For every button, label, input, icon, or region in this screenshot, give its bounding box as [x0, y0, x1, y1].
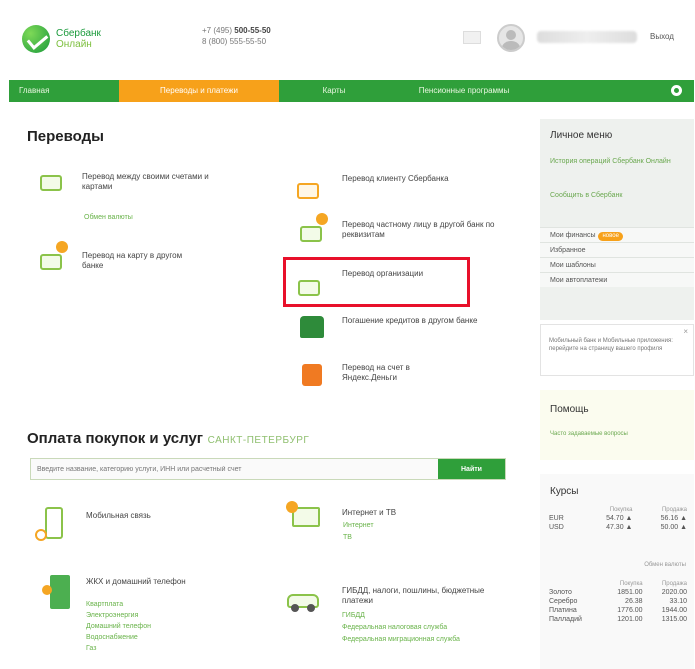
new-badge: новое [598, 232, 623, 241]
coin-icon [316, 213, 328, 225]
table-row: Серебро 26.38 33.10 [549, 598, 687, 605]
messages-icon[interactable] [463, 31, 481, 44]
person-bank-icon [300, 226, 322, 242]
bank-building-icon [300, 316, 324, 338]
logo-title: Сбербанк [56, 28, 101, 39]
sberbank-logo-icon [22, 25, 50, 53]
payments-heading: Оплата покупок и услуг САНКТ-ПЕТЕРБУРГ [27, 430, 309, 447]
transfer-sber-client[interactable]: Перевод клиенту Сбербанка [342, 174, 502, 184]
rates-panel: Курсы Покупка Продажа EUR 54.70 ▲ 56.16 ▲ U… [540, 474, 694, 669]
logout-link[interactable]: Выход [650, 32, 674, 41]
mobile-phone-icon [35, 507, 67, 545]
transfer-private-person[interactable]: Перевод частному лицу в другой банк по р… [342, 220, 502, 240]
table-row: Золото 1851.00 2020.00 [549, 589, 687, 596]
category-mobile[interactable]: Мобильная связь [86, 511, 151, 521]
client-transfer-icon [297, 183, 319, 199]
own-accounts-icon [40, 175, 62, 191]
table-row: EUR 54.70 ▲ 56.16 ▲ [549, 515, 687, 522]
card-other-bank-icon [40, 254, 62, 270]
link-tax-service[interactable]: Федеральная налоговая служба [342, 623, 447, 633]
link-electricity[interactable]: Электроэнергия [86, 611, 138, 621]
service-search-input[interactable] [31, 459, 439, 479]
link-home-phone[interactable]: Домашний телефон [86, 622, 151, 632]
currency-rates-table: Покупка Продажа EUR 54.70 ▲ 56.16 ▲ USD 47.3… [546, 506, 690, 532]
table-row: USD 47.30 ▲ 50.00 ▲ [549, 524, 687, 531]
housing-icon [42, 573, 72, 611]
transfer-yandex-money[interactable]: Перевод на счет в Яндекс.Деньги [342, 363, 442, 383]
search-button[interactable]: Найти [438, 459, 505, 479]
history-link[interactable]: История операций Сбербанк Онлайн [550, 157, 690, 167]
category-housing[interactable]: ЖКХ и домашний телефон [86, 577, 186, 587]
nav-pension[interactable]: Пенсионные программы [389, 80, 539, 102]
link-migration-service[interactable]: Федеральная миграционная служба [342, 635, 492, 645]
table-row: Платина 1776.00 1944.00 [549, 607, 687, 614]
my-finances-row[interactable]: Мои финансы новое [540, 227, 694, 242]
link-gibdd[interactable]: ГИБДД [342, 611, 365, 621]
avatar[interactable] [497, 24, 525, 52]
favorites-row[interactable]: Избранное [540, 242, 694, 257]
personal-menu-panel: Личное меню История операций Сбербанк Он… [540, 119, 694, 320]
logo-subtitle: Онлайн [56, 39, 92, 50]
transfer-card-other-bank[interactable]: Перевод на карту в другом банке [82, 251, 192, 271]
link-rent[interactable]: Квартплата [86, 600, 123, 610]
main-nav: Главная Переводы и платежи Карты Пенсион… [9, 80, 694, 102]
highlight-box [283, 257, 470, 307]
close-icon[interactable]: × [683, 327, 688, 336]
username-blurred[interactable] [537, 31, 637, 43]
my-autopayments-row[interactable]: Мои автоплатежи [540, 272, 694, 287]
logo[interactable]: Сбербанк Онлайн [22, 22, 142, 56]
faq-link[interactable]: Часто задаваемые вопросы [550, 430, 650, 438]
internet-tv-icon [286, 501, 322, 531]
car-icon [287, 584, 323, 612]
nav-home[interactable]: Главная [9, 80, 119, 102]
link-water[interactable]: Водоснабжение [86, 633, 138, 643]
nav-cards[interactable]: Карты [279, 80, 389, 102]
search-bar: Найти [30, 458, 506, 480]
help-title: Помощь [550, 404, 589, 415]
currency-exchange-link[interactable]: Обмен валюты [84, 213, 133, 223]
table-row: Палладий 1201.00 1315.00 [549, 616, 687, 623]
repay-other-bank-loan[interactable]: Погашение кредитов в другом банке [342, 316, 502, 326]
metals-rates-table: Покупка Продажа Золото 1851.00 2020.00 Сере… [546, 580, 690, 624]
nav-payments[interactable]: Переводы и платежи [119, 80, 279, 102]
help-panel: Помощь Часто задаваемые вопросы [540, 390, 694, 460]
yandex-money-icon [302, 364, 322, 386]
personal-menu-title: Личное меню [550, 130, 613, 141]
my-templates-row[interactable]: Мои шаблоны [540, 257, 694, 272]
link-tv[interactable]: ТВ [343, 533, 352, 543]
contact-sberbank-link[interactable]: Сообщить в Сбербанк [550, 191, 622, 201]
category-gibdd-taxes[interactable]: ГИБДД, налоги, пошлины, бюджетные платеж… [342, 586, 512, 606]
link-gas[interactable]: Газ [86, 644, 96, 654]
contact-phones: +7 (495) 500-55-50 8 (800) 555-55-50 [202, 26, 271, 46]
transfer-own-accounts[interactable]: Перевод между своими счетами и картами [82, 172, 222, 192]
link-internet[interactable]: Интернет [343, 521, 374, 531]
rates-title: Курсы [550, 486, 579, 497]
notice-text[interactable]: Мобильный банк и Мобильные приложения: п… [549, 337, 679, 353]
coin-icon [56, 241, 68, 253]
payments-title: Оплата покупок и услуг [27, 430, 204, 447]
region-selector[interactable]: САНКТ-ПЕТЕРБУРГ [208, 435, 310, 446]
transfers-title: Переводы [27, 128, 104, 145]
settings-gear-icon[interactable] [671, 85, 682, 96]
exchange-link[interactable]: Обмен валюты [644, 560, 686, 570]
category-internet-tv[interactable]: Интернет и ТВ [342, 508, 396, 518]
mobile-bank-notice: Мобильный банк и Мобильные приложения: п… [540, 324, 694, 376]
